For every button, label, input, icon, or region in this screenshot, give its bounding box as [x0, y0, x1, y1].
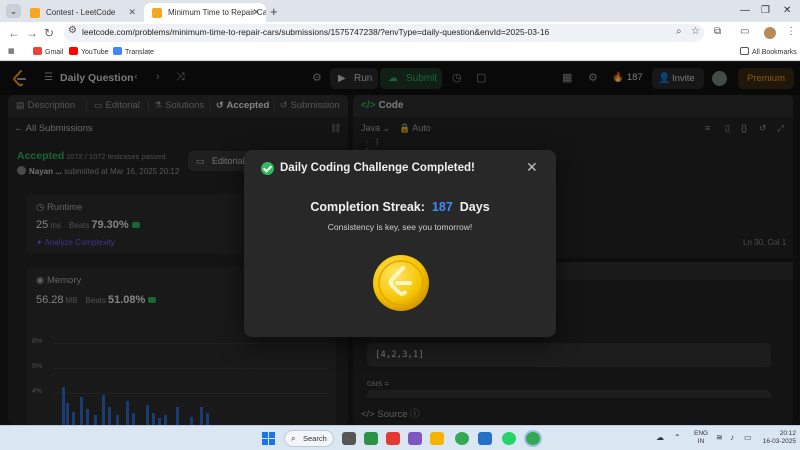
completion-streak: Completion Streak: 187 Days: [310, 200, 490, 214]
browser-tab-bar: ⌄ Contest - LeetCode ✕ Minimum Time to R…: [0, 0, 800, 22]
address-bar-row: ← → ↻ ⚙ leetcode.com/problems/minimum-ti…: [0, 22, 800, 44]
profile-avatar[interactable]: [764, 27, 776, 39]
tray-chevron-icon[interactable]: ⌃: [674, 433, 681, 442]
forward-icon[interactable]: →: [26, 25, 38, 41]
task-view-icon[interactable]: [342, 432, 356, 445]
whatsapp-icon[interactable]: [502, 432, 516, 445]
bookmarks-bar: ▦ Gmail YouTube Translate All Bookmarks: [0, 44, 800, 61]
sidebar-icon[interactable]: ▭: [740, 26, 749, 37]
new-tab-button[interactable]: +: [270, 3, 278, 20]
windows-taskbar: ⌕ Search ☁ ⌃ ENG IN ≋ ♪ ▭ 20:12 16-03-2025: [0, 425, 800, 450]
copilot-icon[interactable]: [408, 432, 422, 445]
leetcode-coin-icon: [373, 255, 429, 311]
bookmark-translate[interactable]: Translate: [113, 47, 154, 56]
bookmark-star-icon[interactable]: ☆: [691, 26, 700, 37]
tab-title: Minimum Time to Repair Cars: [168, 8, 266, 17]
battery-icon[interactable]: ▭: [744, 433, 752, 442]
youtube-icon: [69, 47, 78, 55]
taskbar-clock[interactable]: 20:12 16-03-2025: [758, 430, 796, 446]
bookmark-youtube[interactable]: YouTube: [69, 47, 109, 56]
vscode-icon[interactable]: [478, 432, 492, 445]
tab-title: Contest - LeetCode: [46, 8, 116, 17]
site-info-icon[interactable]: ⚙: [68, 25, 77, 36]
windows-start-icon[interactable]: [262, 432, 275, 445]
browser-tab-contest[interactable]: Contest - LeetCode ✕: [22, 3, 142, 22]
youtube-icon[interactable]: [386, 432, 400, 445]
modal-message: Consistency is key, see you tomorrow!: [327, 222, 473, 232]
minimize-icon[interactable]: —: [740, 3, 750, 19]
modal-title: Daily Coding Challenge Completed!: [280, 162, 475, 174]
chrome-active-icon[interactable]: [526, 432, 540, 445]
close-icon[interactable]: ✕: [526, 159, 538, 176]
leetcode-favicon: [30, 8, 40, 18]
language-indicator[interactable]: ENG IN: [694, 430, 708, 446]
bookmark-gmail[interactable]: Gmail: [33, 47, 63, 56]
folder-icon: [740, 47, 749, 55]
check-circle-icon: [261, 162, 274, 175]
search-icon: ⌕: [291, 434, 296, 443]
all-bookmarks[interactable]: All Bookmarks: [740, 47, 797, 56]
streak-number: 187: [431, 200, 453, 214]
url-text[interactable]: leetcode.com/problems/minimum-time-to-re…: [82, 27, 549, 37]
tab-search-button[interactable]: ⌄: [6, 4, 21, 18]
browser-tab-active[interactable]: Minimum Time to Repair Cars ✕: [144, 3, 266, 22]
taskbar-search[interactable]: ⌕ Search: [284, 430, 334, 447]
maximize-icon[interactable]: ❐: [761, 3, 770, 19]
translate-icon: [113, 47, 122, 55]
edge-icon[interactable]: [364, 432, 378, 445]
file-explorer-icon[interactable]: [430, 432, 444, 445]
url-bar[interactable]: ⚙ leetcode.com/problems/minimum-time-to-…: [64, 24, 704, 42]
daily-challenge-modal: Daily Coding Challenge Completed! ✕ Comp…: [244, 150, 556, 337]
chrome-icon[interactable]: [455, 432, 469, 445]
reload-icon[interactable]: ↻: [44, 25, 54, 41]
close-tab-icon[interactable]: ✕: [128, 3, 136, 22]
gmail-icon: [33, 47, 42, 55]
extensions-icon[interactable]: ⧉: [714, 26, 721, 37]
leetcode-favicon: [152, 8, 162, 18]
zoom-icon[interactable]: ⌕: [676, 26, 682, 37]
wifi-icon[interactable]: ≋: [716, 433, 723, 442]
chrome-menu-icon[interactable]: ⋮: [786, 26, 796, 37]
close-tab-icon[interactable]: ✕: [252, 3, 260, 22]
volume-icon[interactable]: ♪: [730, 433, 734, 442]
apps-icon[interactable]: ▦: [8, 47, 15, 55]
close-window-icon[interactable]: ✕: [783, 3, 791, 19]
back-icon[interactable]: ←: [8, 25, 20, 41]
cloud-icon[interactable]: ☁: [656, 433, 664, 442]
